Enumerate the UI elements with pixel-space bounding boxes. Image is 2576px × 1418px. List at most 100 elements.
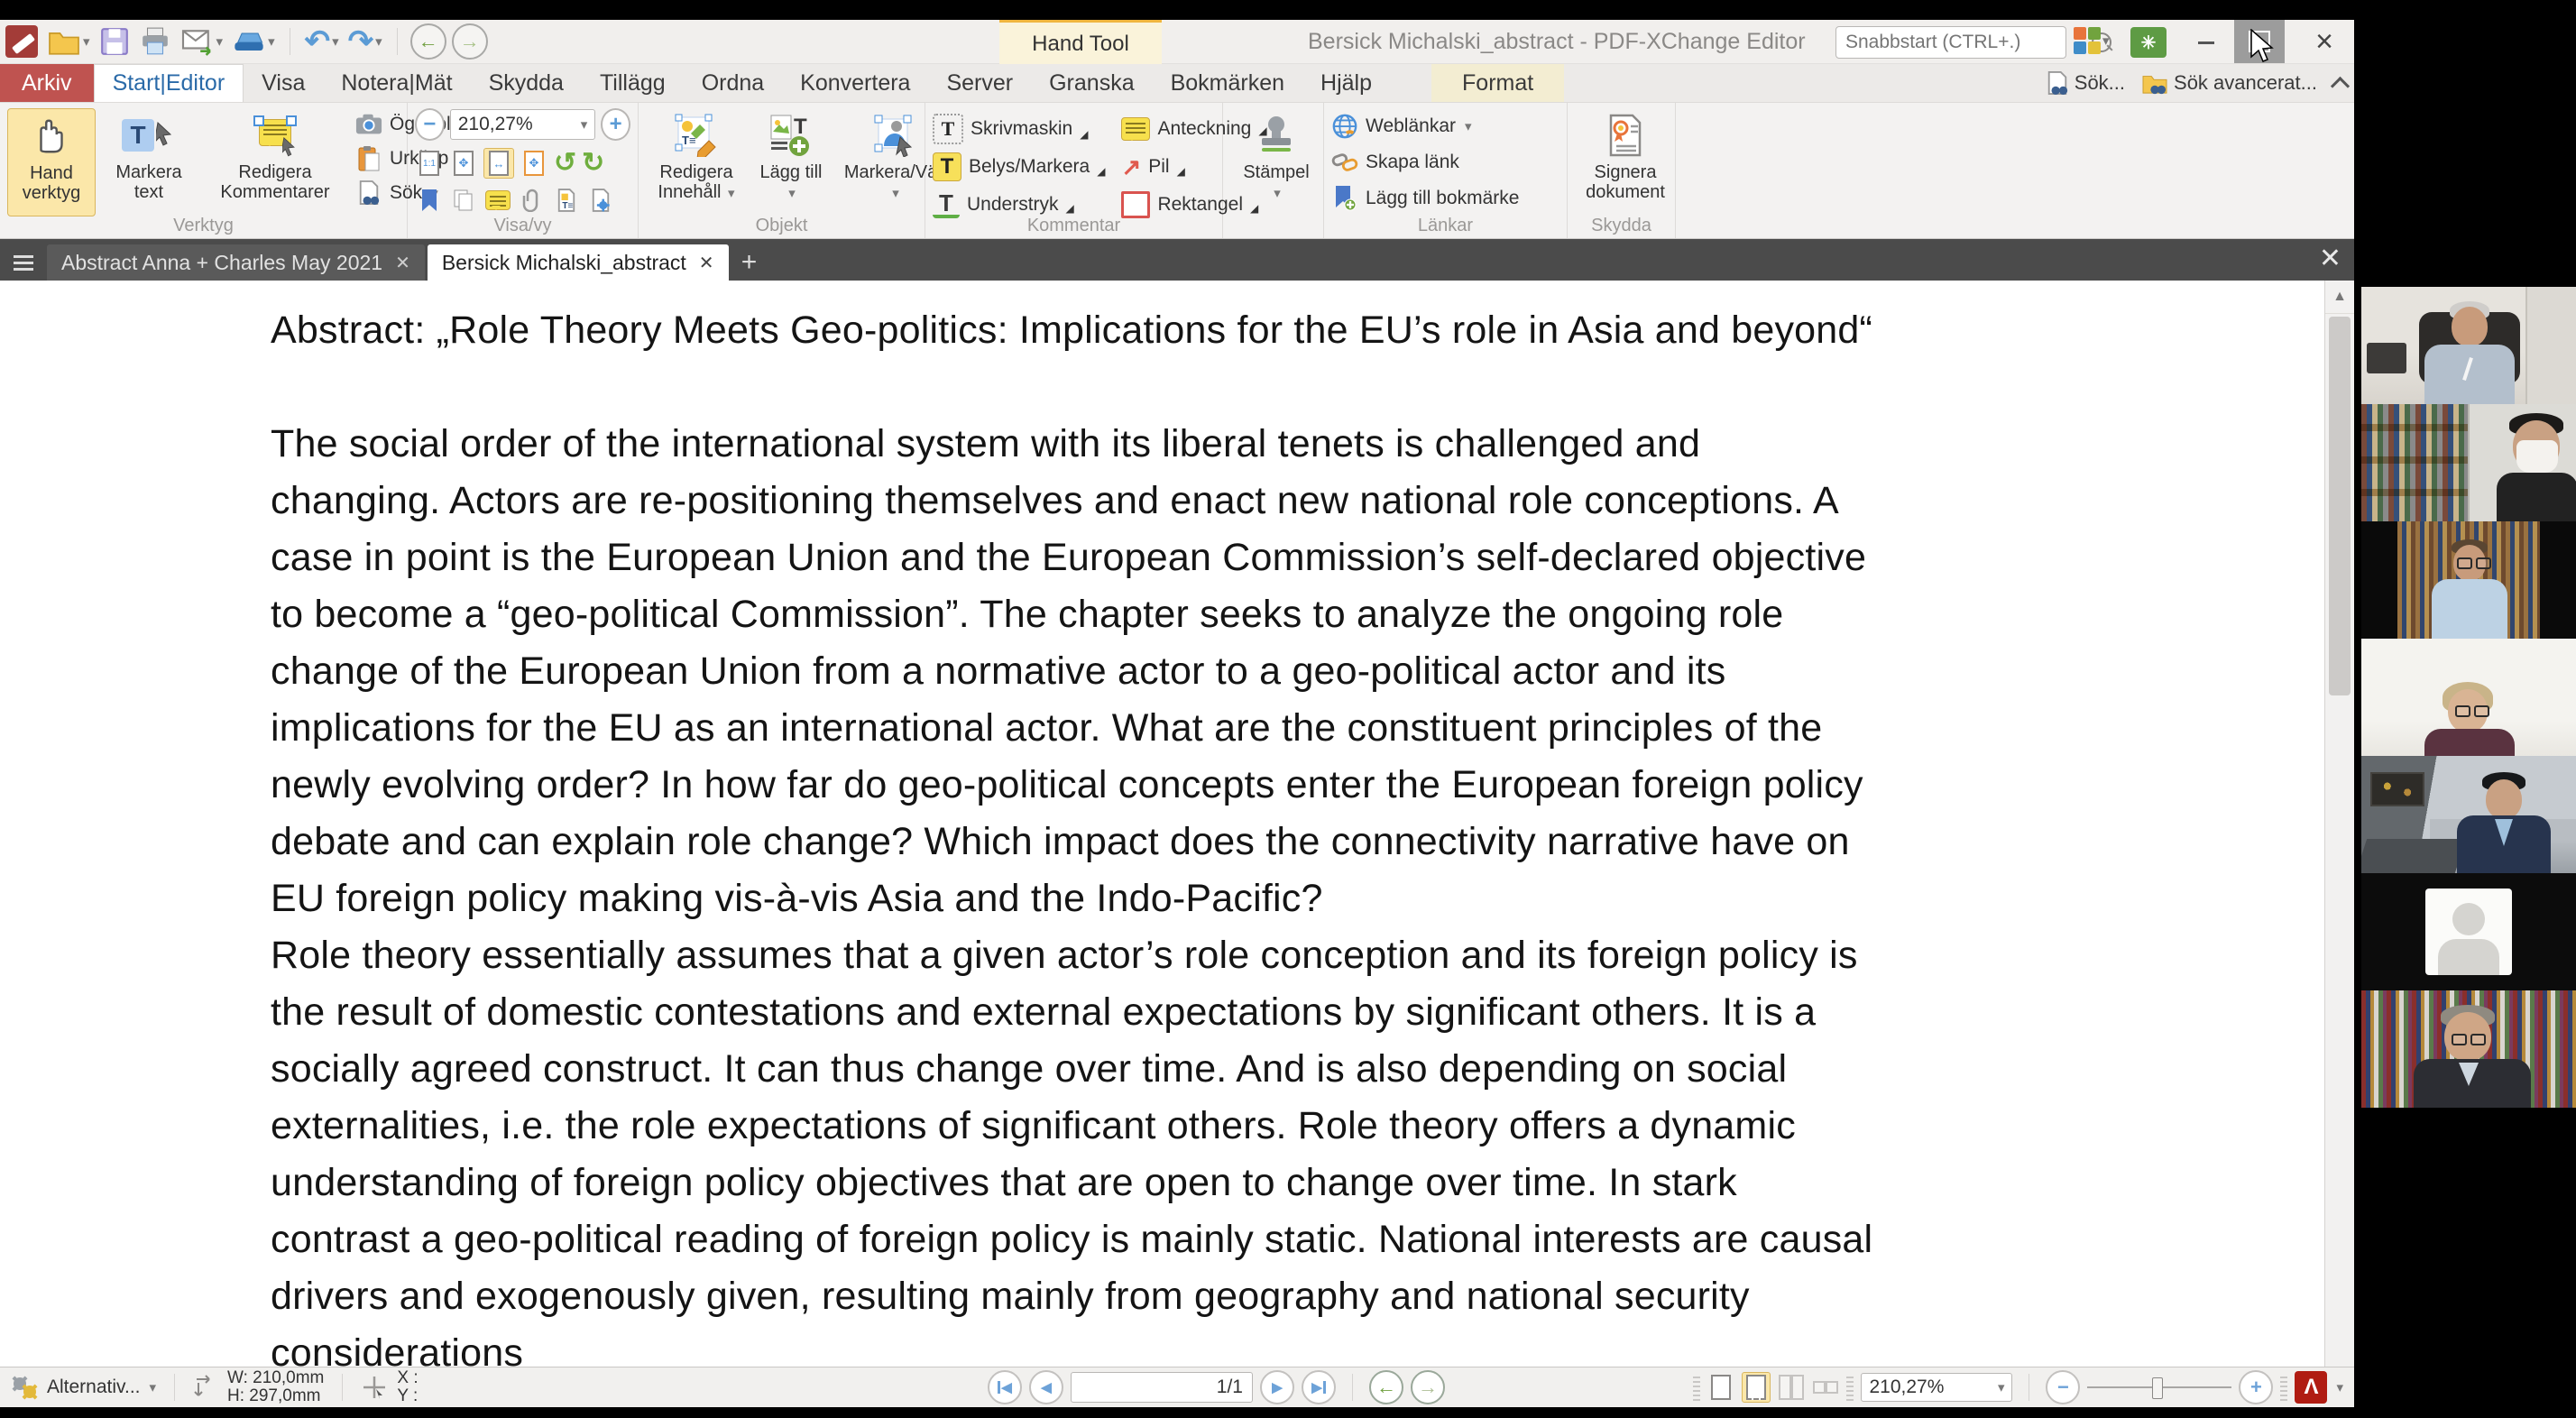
properties-panel-button[interactable]	[586, 186, 615, 215]
previous-view-button[interactable]: ←	[410, 23, 446, 60]
menu-ordna[interactable]: Ordna	[684, 64, 782, 102]
edit-comments-button[interactable]: Redigera Kommentarer	[202, 108, 348, 216]
zoom-level-combo[interactable]: 210,27%▾	[450, 109, 596, 140]
weblinks-button[interactable]: Weblänkar ▾	[1331, 112, 1519, 141]
next-page-button[interactable]: ▶	[1260, 1370, 1294, 1404]
sign-document-button[interactable]: Signera dokument	[1575, 108, 1676, 216]
fullscreen-button[interactable]: ✳	[2130, 27, 2167, 58]
options-button[interactable]: Alternativ... ▾	[9, 1374, 156, 1401]
previous-page-button[interactable]: ◀	[1029, 1370, 1063, 1404]
document-view[interactable]: Abstract: „Role Theory Meets Geo-politic…	[0, 281, 2354, 1367]
typewriter-button[interactable]: TSkrivmaskin◢	[933, 114, 1105, 144]
mouse-cursor	[2249, 29, 2275, 65]
two-page-layout-button[interactable]	[1778, 1373, 1805, 1402]
globe-icon	[1331, 113, 1358, 140]
menu-bokmarken[interactable]: Bokmärken	[1153, 64, 1302, 102]
bookmark-panel-button[interactable]	[415, 186, 444, 215]
zoom-out-button[interactable]: −	[415, 108, 445, 141]
close-tab-icon[interactable]: ✕	[699, 252, 714, 274]
document-tab-2[interactable]: Bersick Michalski_abstract ✕	[428, 244, 729, 281]
page-number-field[interactable]: 1/1	[1071, 1372, 1253, 1403]
customize-toolbar-button[interactable]: ▾	[2074, 27, 2110, 54]
fit-page-button[interactable]: ✥	[449, 149, 478, 178]
advanced-search-button[interactable]: Sök avancerat...	[2141, 71, 2317, 95]
menu-granska[interactable]: Granska	[1031, 64, 1152, 102]
minimize-button[interactable]	[2190, 27, 2222, 58]
grid-layout-button[interactable]	[1812, 1373, 1839, 1402]
zoom-out-button[interactable]: −	[2046, 1370, 2080, 1404]
participant-video-2[interactable]	[2361, 404, 2576, 521]
fit-width-button[interactable]: ↔	[483, 148, 514, 179]
menu-server[interactable]: Server	[928, 64, 1031, 102]
menu-hjalp[interactable]: Hjälp	[1302, 64, 1390, 102]
actual-size-button[interactable]: 1:1	[415, 149, 444, 178]
search-menu-button[interactable]: Sök...	[2046, 70, 2125, 96]
participant-video-4[interactable]	[2361, 639, 2576, 756]
content-panel-button[interactable]: T≡	[552, 186, 581, 215]
fit-visible-button[interactable]: ✥	[520, 149, 548, 178]
scroll-up-icon[interactable]: ▲	[2325, 281, 2354, 314]
menu-konvertera[interactable]: Konvertera	[782, 64, 928, 102]
menu-start-editor[interactable]: Start|Editor	[94, 64, 244, 102]
menu-visa[interactable]: Visa	[244, 64, 323, 102]
collapse-ribbon-icon[interactable]	[2331, 76, 2350, 95]
first-page-button[interactable]: ◀	[988, 1370, 1022, 1404]
next-view-button[interactable]: →	[452, 23, 488, 60]
edit-content-button[interactable]: T≡ Redigera Innehåll ▾	[646, 108, 747, 216]
pages-panel-button[interactable]	[449, 186, 478, 215]
adobe-reader-icon[interactable]: Λ	[2295, 1371, 2327, 1404]
participant-video-7[interactable]	[2361, 990, 2576, 1108]
add-bookmark-button[interactable]: Lägg till bokmärke	[1331, 184, 1519, 213]
participant-video-3[interactable]	[2361, 521, 2576, 639]
close-tab-bar-icon[interactable]: ✕	[2319, 243, 2341, 274]
app-icon[interactable]	[4, 23, 40, 60]
zoom-slider[interactable]	[2087, 1386, 2231, 1388]
menu-format[interactable]: Format	[1431, 64, 1564, 102]
undo-button[interactable]: ↶▾	[303, 23, 341, 60]
document-tab-1[interactable]: Abstract Anna + Charles May 2021 ✕	[47, 244, 425, 281]
email-button[interactable]: ▾	[179, 23, 225, 60]
zoom-in-button[interactable]: +	[601, 108, 630, 141]
rotate-cw-icon[interactable]: ↻	[582, 150, 604, 177]
new-tab-button[interactable]: +	[731, 244, 768, 281]
stamp-button[interactable]: Stämpel▾	[1230, 108, 1322, 216]
previous-view-button[interactable]: ←	[1369, 1370, 1403, 1404]
quickstart-input[interactable]	[1844, 31, 2092, 54]
close-button[interactable]: ×	[2302, 20, 2347, 63]
zoom-in-button[interactable]: +	[2239, 1370, 2273, 1404]
hand-tool-button[interactable]: Hand verktyg	[7, 108, 96, 216]
participant-video-5[interactable]	[2361, 756, 2576, 873]
select-text-button[interactable]: T Markera text	[103, 108, 195, 216]
participant-video-1[interactable]	[2361, 287, 2576, 404]
open-file-button[interactable]: ▾	[45, 23, 92, 60]
participant-video-6[interactable]	[2361, 873, 2576, 990]
hand-tool-indicator[interactable]: Hand Tool	[999, 20, 1162, 66]
scan-button[interactable]: ▾	[230, 23, 277, 60]
menu-arkiv[interactable]: Arkiv	[0, 64, 94, 102]
underline-button[interactable]: TUnderstryk◢	[933, 191, 1105, 218]
attachments-panel-button[interactable]	[518, 186, 547, 215]
next-view-button[interactable]: →	[1411, 1370, 1445, 1404]
menu-skydda[interactable]: Skydda	[471, 64, 582, 102]
menu-notera-mat[interactable]: Notera|Mät	[323, 64, 470, 102]
zoom-slider-knob[interactable]	[2152, 1377, 2163, 1399]
menu-tillagg[interactable]: Tillägg	[582, 64, 684, 102]
tab-list-menu-button[interactable]	[0, 244, 47, 281]
print-button[interactable]	[137, 23, 173, 60]
status-right: 210,27%▾ − + Λ ▾	[1693, 1367, 2343, 1407]
scrollbar-thumb[interactable]	[2329, 317, 2351, 695]
save-button[interactable]	[97, 23, 132, 60]
create-link-button[interactable]: Skapa länk	[1331, 148, 1519, 177]
zoom-level-combo[interactable]: 210,27%▾	[1861, 1373, 2012, 1402]
highlight-button[interactable]: TBelys/Markera◢	[933, 152, 1105, 181]
close-tab-icon[interactable]: ✕	[395, 252, 410, 274]
last-page-button[interactable]: ▶	[1302, 1370, 1336, 1404]
comments-panel-button[interactable]	[483, 186, 512, 215]
add-content-button[interactable]: T Lägg till ▾	[754, 108, 828, 216]
quickstart-search[interactable]	[1835, 26, 2066, 59]
rotate-ccw-icon[interactable]: ↺	[554, 150, 576, 177]
continuous-layout-button[interactable]	[1742, 1372, 1771, 1403]
vertical-scrollbar[interactable]: ▲	[2324, 281, 2354, 1367]
single-page-layout-button[interactable]	[1707, 1373, 1734, 1402]
redo-button[interactable]: ↷▾	[346, 23, 384, 60]
